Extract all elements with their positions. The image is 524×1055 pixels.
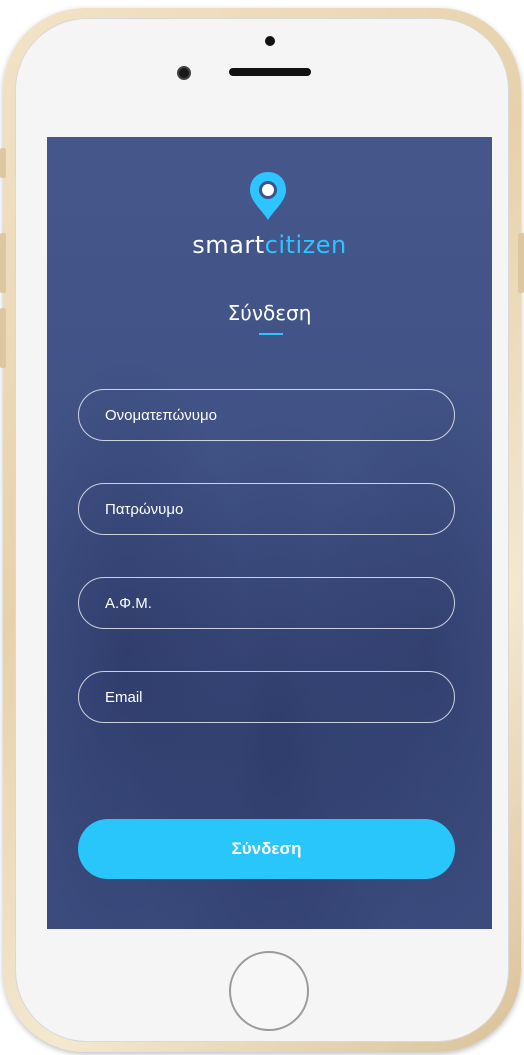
brand-name-part1: smart [192,231,265,259]
front-camera [177,66,191,80]
proximity-sensor [265,36,275,46]
login-button[interactable]: Σύνδεση [78,819,455,879]
app-screen: smartcitizen Σύνδεση Σύνδεση [47,137,492,929]
volume-down-button [0,308,6,368]
fathers-name-input[interactable] [79,484,454,534]
fullname-field-wrapper [78,389,455,441]
fathers-name-field-wrapper [78,483,455,535]
brand-name: smartcitizen [47,231,492,259]
title-underline [259,333,283,335]
volume-up-button [0,233,6,293]
power-button [518,233,524,293]
location-pin-icon [250,172,286,220]
fullname-input[interactable] [79,390,454,440]
email-field-wrapper [78,671,455,723]
home-button[interactable] [229,951,309,1031]
tax-id-input[interactable] [79,578,454,628]
brand-name-part2: citizen [264,231,347,259]
tax-id-field-wrapper [78,577,455,629]
page-title: Σύνδεση [227,301,312,325]
earpiece-speaker [229,68,311,76]
mute-switch [0,148,6,178]
email-input[interactable] [79,672,454,722]
